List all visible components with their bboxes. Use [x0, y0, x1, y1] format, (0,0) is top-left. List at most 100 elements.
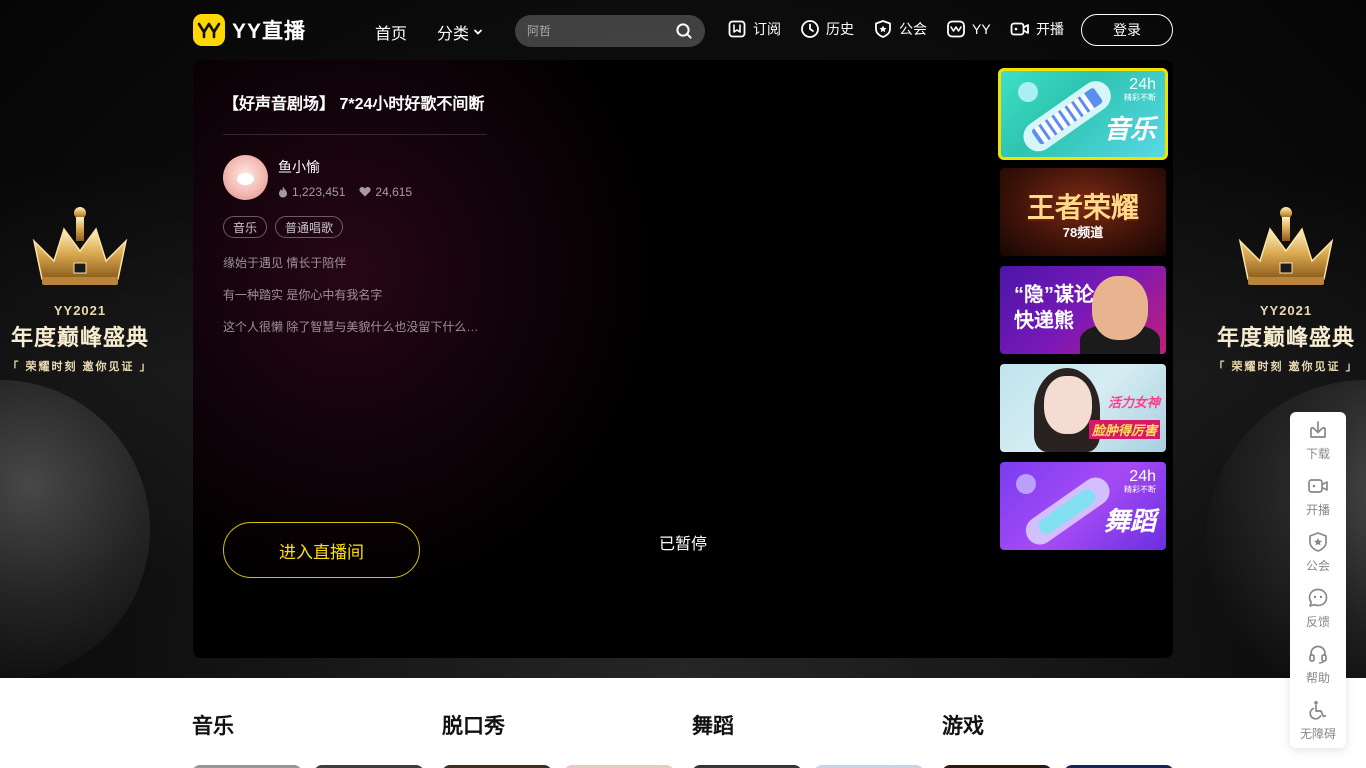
banner-year: YY2021 [1259, 303, 1313, 318]
accessibility-icon [1309, 700, 1327, 720]
room-tag[interactable]: 音乐 [223, 216, 268, 238]
anchor-meta: 鱼小愉 1,223,451 24,615 [278, 157, 412, 199]
tool-download[interactable]: 下载 [1290, 412, 1346, 468]
nav-history-label: 历史 [826, 21, 854, 37]
section-title[interactable]: 舞蹈 [692, 710, 924, 740]
section-title[interactable]: 游戏 [942, 710, 1174, 740]
section-talkshow: 脱口秀 [442, 710, 674, 768]
tool-label: 开播 [1305, 502, 1330, 517]
viewer-count-value: 1,223,451 [292, 184, 346, 199]
crown-icon [1238, 207, 1334, 285]
thumb-badge-value: 24h [1129, 468, 1156, 485]
anchor-name[interactable]: 鱼小愉 [278, 157, 412, 177]
channel-thumbnails: 24h 精彩不断 音乐 王者荣耀 78频道 “隐”谋论 快递熊 活力女神 脸肿得厉… [998, 68, 1168, 560]
thumb-label: 音乐 [1103, 114, 1156, 144]
tool-label: 无障碍 [1299, 726, 1336, 741]
tool-start-live[interactable]: 开播 [1290, 468, 1346, 524]
shield-icon [1309, 531, 1327, 552]
tool-label: 公会 [1305, 558, 1330, 573]
live-player[interactable]: 【好声音剧场】 7*24小时好歌不间断 鱼小愉 1,223,451 24,615 [193, 60, 1173, 658]
section-dance: 舞蹈 [692, 710, 924, 768]
tool-label: 下载 [1305, 446, 1330, 461]
section-title[interactable]: 音乐 [192, 710, 424, 740]
nav-yy[interactable]: YY [946, 19, 991, 39]
room-tag[interactable]: 普通唱歌 [275, 216, 344, 238]
banner-title: 年度巅峰盛典 [1216, 325, 1355, 350]
room-info-panel: 【好声音剧场】 7*24小时好歌不间断 鱼小愉 1,223,451 24,615 [223, 90, 487, 352]
tool-guild[interactable]: 公会 [1290, 524, 1346, 580]
banner-year: YY2021 [53, 303, 107, 318]
flame-icon [279, 186, 287, 197]
thumb-label: 舞蹈 [1103, 506, 1156, 536]
nav-history[interactable]: 历史 [800, 19, 854, 39]
room-description: 缘始于遇见 情长于陪伴 有一种踏实 是你心中有我名字 这个人很懒 除了智慧与美貌… [223, 256, 487, 334]
camera-icon [1010, 22, 1029, 36]
feedback-icon [1308, 588, 1328, 607]
category-sections: 音乐 脱口秀 舞蹈 游戏 [192, 710, 1174, 768]
nav-start-live[interactable]: 开播 [1010, 19, 1064, 39]
channel-thumb-dance[interactable]: 24h 精彩不断 舞蹈 [1000, 462, 1166, 550]
host-face [1044, 376, 1092, 434]
section-game: 游戏 [942, 710, 1174, 768]
site-logo[interactable]: YY直播 [193, 14, 306, 46]
tool-label: 反馈 [1305, 614, 1330, 629]
tool-label: 帮助 [1305, 670, 1330, 685]
thumb-badge-value: 24h [1129, 76, 1156, 93]
thumb-badge-sub: 精彩不断 [1124, 485, 1156, 494]
section-music: 音乐 [192, 710, 424, 768]
nav-subscribe-label: 订阅 [753, 21, 781, 37]
like-count: 24,615 [359, 185, 412, 199]
thumb-label: 脸肿得厉害 [1088, 420, 1160, 439]
yy-logo-icon [193, 14, 225, 46]
floating-toolbar: 下载 开播 公会 反馈 帮助 无障碍 [1290, 412, 1346, 748]
room-title[interactable]: 【好声音剧场】 7*24小时好歌不间断 [223, 90, 487, 135]
nav-home[interactable]: 首页 [375, 20, 407, 44]
nav-guild-label: 公会 [899, 21, 927, 37]
bookmark-icon [728, 20, 746, 38]
viewer-count: 1,223,451 [278, 185, 345, 199]
search-box [515, 15, 705, 47]
channel-thumb-express-bear[interactable]: “隐”谋论 快递熊 [1000, 266, 1166, 354]
headset-icon [1309, 645, 1327, 664]
nav-guild[interactable]: 公会 [873, 19, 927, 39]
nav-category-dropdown[interactable]: 分类 [437, 20, 483, 44]
room-stats: 1,223,451 24,615 [278, 185, 412, 199]
download-icon [1310, 420, 1326, 438]
thumb-badge: 24h 精彩不断 [1124, 468, 1156, 495]
channel-thumb-vitality-goddess[interactable]: 活力女神 脸肿得厉害 [1000, 364, 1166, 452]
login-button[interactable]: 登录 [1081, 14, 1173, 46]
tool-help[interactable]: 帮助 [1290, 636, 1346, 692]
description-line: 这个人很懒 除了智慧与美貌什么也没留下什么也没留下 [223, 320, 487, 334]
shield-icon [875, 20, 891, 38]
channel-thumb-music[interactable]: 24h 精彩不断 音乐 [998, 68, 1168, 160]
thumb-label: 王者荣耀 [1026, 192, 1139, 223]
planet-decoration-left [0, 380, 150, 678]
anchor-avatar[interactable] [223, 155, 268, 200]
banner-ornament-right: YY2021 年度巅峰盛典 「 荣耀时刻 邀你见证 」 [1206, 205, 1366, 374]
crown-icon [32, 207, 128, 285]
nav-subscribe[interactable]: 订阅 [727, 19, 781, 39]
room-tags: 音乐 普通唱歌 [223, 216, 487, 238]
thumb-label: 活力女神 [1107, 395, 1160, 410]
banner-title: 年度巅峰盛典 [10, 325, 149, 350]
channel-thumb-honor-of-kings[interactable]: 王者荣耀 78频道 [1000, 168, 1166, 256]
enter-room-button[interactable]: 进入直播间 [223, 522, 420, 578]
chevron-down-icon [474, 29, 482, 35]
tool-feedback[interactable]: 反馈 [1290, 580, 1346, 636]
description-line: 缘始于遇见 情长于陪伴 [223, 256, 347, 270]
thumb-label: “隐”谋论 快递熊 [1014, 284, 1094, 332]
clock-icon [801, 20, 819, 38]
section-title[interactable]: 脱口秀 [442, 710, 674, 740]
search-icon[interactable] [675, 22, 693, 40]
search-input[interactable] [527, 15, 672, 47]
nav-start-live-label: 开播 [1036, 21, 1064, 37]
banner-tagline: 「 荣耀时刻 邀你见证 」 [7, 361, 153, 373]
like-count-value: 24,615 [375, 184, 413, 199]
heart-icon [359, 187, 371, 197]
thumb-badge: 24h 精彩不断 [1124, 76, 1156, 103]
yy-icon [947, 20, 965, 38]
thumb-sublabel: 78频道 [1062, 225, 1104, 240]
nav-category-label: 分类 [437, 26, 470, 43]
tool-accessibility[interactable]: 无障碍 [1290, 692, 1346, 748]
anchor-info: 鱼小愉 1,223,451 24,615 [223, 155, 487, 200]
